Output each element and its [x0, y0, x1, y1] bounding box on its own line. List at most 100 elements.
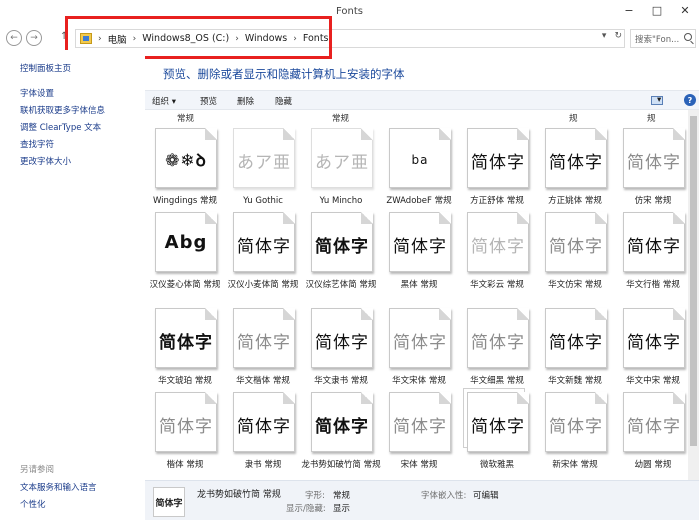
font-preview-icon: 简体字 [545, 308, 607, 368]
font-sample-text: 简体字 [237, 237, 291, 257]
font-sample-text: 简体字 [549, 333, 603, 353]
font-sample-text: あア亜 [315, 153, 369, 173]
font-name-label: 华文新魏 常规 [548, 376, 602, 386]
font-tile[interactable]: 简体字 黑体 常规 [381, 212, 457, 298]
forward-button[interactable]: → [26, 30, 42, 46]
font-tile[interactable]: 简体字 龙书势如破竹简 常规 [301, 392, 381, 478]
address-dropdown-icon[interactable]: ▾ [602, 31, 607, 41]
maximize-button[interactable]: □ [643, 0, 671, 20]
font-tile[interactable]: 简体字 华文细黑 常规 [459, 308, 535, 394]
font-name-label: 汉仪小麦体简 常规 [227, 280, 299, 290]
font-sample-text: 简体字 [393, 237, 447, 257]
row-label: 规 [647, 114, 656, 124]
see-also-label: 另请参阅 [20, 465, 55, 475]
font-tile[interactable]: 简体字华文宋体 常规 [381, 308, 457, 394]
font-name-label: 隶书 常规 [244, 460, 282, 470]
font-name-label: 方正姚体 常规 [548, 196, 602, 206]
font-tile[interactable]: 简体字 仿宋 常规 [615, 128, 688, 214]
font-tile[interactable]: Abg 汉仪菱心体简 常规 [147, 212, 223, 298]
font-tile[interactable]: 简体字 幼圆 常规 [615, 392, 688, 478]
sidebar-link-cleartype[interactable]: 调整 ClearType 文本 [20, 121, 101, 133]
minimize-button[interactable]: − [615, 0, 643, 20]
font-tile[interactable]: 简体字华文彩云 常规 [459, 212, 535, 298]
font-sample-text: 简体字 [159, 333, 213, 353]
font-tile[interactable]: ba ZWAdobeF 常规 [381, 128, 457, 214]
vertical-scrollbar[interactable] [688, 110, 699, 480]
font-name-label: 华文中宋 常规 [626, 376, 680, 386]
font-name-label: Wingdings 常规 [152, 196, 218, 206]
font-sample-text: ba [411, 153, 429, 167]
font-preview-icon: 简体字 [467, 212, 529, 272]
control-panel-home-link[interactable]: 控制面板主页 [20, 62, 71, 74]
hide-button[interactable]: 隐藏 [275, 95, 292, 107]
sidebar-link-personalization[interactable]: 个性化 [20, 498, 46, 510]
help-icon[interactable]: ? [684, 94, 696, 106]
sidebar-link-find-character[interactable]: 查找字符 [20, 138, 54, 150]
font-name-label: 仿宋 常规 [634, 196, 672, 206]
font-preview-icon: 简体字 [155, 308, 217, 368]
command-toolbar: 组织 ▾ 预览 删除 隐藏 ▾ ? [145, 90, 699, 110]
font-tile[interactable]: 简体字 汉仪综艺体简 常规 [303, 212, 379, 298]
font-sample-text: 简体字 [237, 333, 291, 353]
font-sample-text: 简体字 [315, 417, 369, 437]
font-tile[interactable]: 简体字方正舒体 常规 [459, 128, 535, 214]
font-tile[interactable]: あア亜 Yu Mincho [303, 128, 379, 214]
font-preview-icon: 简体字 [623, 308, 685, 368]
show-hide-label: 显示/隐藏: [286, 504, 326, 514]
view-dropdown-icon[interactable]: ▾ [657, 95, 661, 105]
font-tile[interactable]: 简体字汉仪小麦体简 常规 [225, 212, 301, 298]
preview-button[interactable]: 预览 [200, 95, 217, 107]
font-tile[interactable]: 简体字 华文行楷 常规 [615, 212, 688, 298]
font-tile[interactable]: 简体字 微软雅黑 [459, 392, 535, 478]
scrollbar-thumb[interactable] [690, 116, 697, 446]
sidebar-link-font-settings[interactable]: 字体设置 [20, 87, 54, 99]
row-label: 规 [569, 114, 578, 124]
row-label: 常规 [177, 114, 195, 124]
search-input[interactable]: 搜索"Fon... [630, 29, 696, 48]
organize-button[interactable]: 组织 ▾ [152, 95, 176, 107]
font-sample-text: 简体字 [549, 417, 603, 437]
font-preview-icon: 简体字 [233, 392, 295, 452]
font-name-label: 华文彩云 常规 [470, 280, 524, 290]
font-preview-icon: 简体字 [155, 392, 217, 452]
sidebar-link-online-font-info[interactable]: 联机获取更多字体信息 [20, 104, 105, 116]
delete-button[interactable]: 删除 [237, 95, 254, 107]
font-name-label: 华文宋体 常规 [392, 376, 446, 386]
font-name-label: 黑体 常规 [400, 280, 438, 290]
font-preview-icon: 简体字 [467, 392, 529, 452]
font-sample-text: 简体字 [471, 417, 525, 437]
font-tile[interactable]: 简体字华文中宋 常规 [615, 308, 688, 394]
font-tile[interactable]: 简体字 隶书 常规 [225, 392, 301, 478]
font-tile[interactable]: 简体字 新宋体 常规 [537, 392, 613, 478]
font-tile[interactable]: 简体字 楷体 常规 [147, 392, 223, 478]
close-button[interactable]: ✕ [671, 0, 699, 20]
font-tile[interactable]: 简体字 宋体 常规 [381, 392, 457, 478]
show-hide-value: 显示 [333, 504, 351, 514]
font-preview-icon: 简体字 [233, 308, 295, 368]
font-tile[interactable]: 简体字 华文琥珀 常规 [147, 308, 223, 394]
font-style-value: 常规 [333, 491, 351, 501]
font-preview-icon: 简体字 [623, 128, 685, 188]
left-navigation-pane: 控制面板主页 字体设置 联机获取更多字体信息 调整 ClearType 文本 查… [0, 50, 145, 520]
sidebar-link-change-font-size[interactable]: 更改字体大小 [20, 155, 71, 167]
font-name-label: 方正舒体 常规 [470, 196, 524, 206]
font-sample-text: 简体字 [237, 417, 291, 437]
font-tile[interactable]: ❁❄ꝺ Wingdings 常规 [147, 128, 223, 214]
refresh-icon[interactable]: ↻ [614, 31, 622, 41]
font-preview-icon: 简体字 [389, 308, 451, 368]
font-tile[interactable]: 简体字 方正姚体 常规 [537, 128, 613, 214]
back-button[interactable]: ← [6, 30, 22, 46]
font-preview-icon: 简体字 [233, 212, 295, 272]
font-tile[interactable]: 简体字 华文隶书 常规 [303, 308, 379, 394]
font-sample-text: 简体字 [159, 417, 213, 437]
font-tile[interactable]: 简体字 华文楷体 常规 [225, 308, 301, 394]
sidebar-link-text-services[interactable]: 文本服务和输入语言 [20, 481, 97, 493]
font-sample-text: 简体字 [393, 417, 447, 437]
search-icon[interactable] [684, 33, 692, 41]
font-preview-icon: 简体字 [467, 128, 529, 188]
font-preview-icon: 简体字 [389, 212, 451, 272]
font-tile[interactable]: 简体字华文新魏 常规 [537, 308, 613, 394]
font-tile[interactable]: あア亜 Yu Gothic [225, 128, 301, 214]
font-name-label: 宋体 常规 [400, 460, 438, 470]
font-tile[interactable]: 简体字 华文仿宋 常规 [537, 212, 613, 298]
